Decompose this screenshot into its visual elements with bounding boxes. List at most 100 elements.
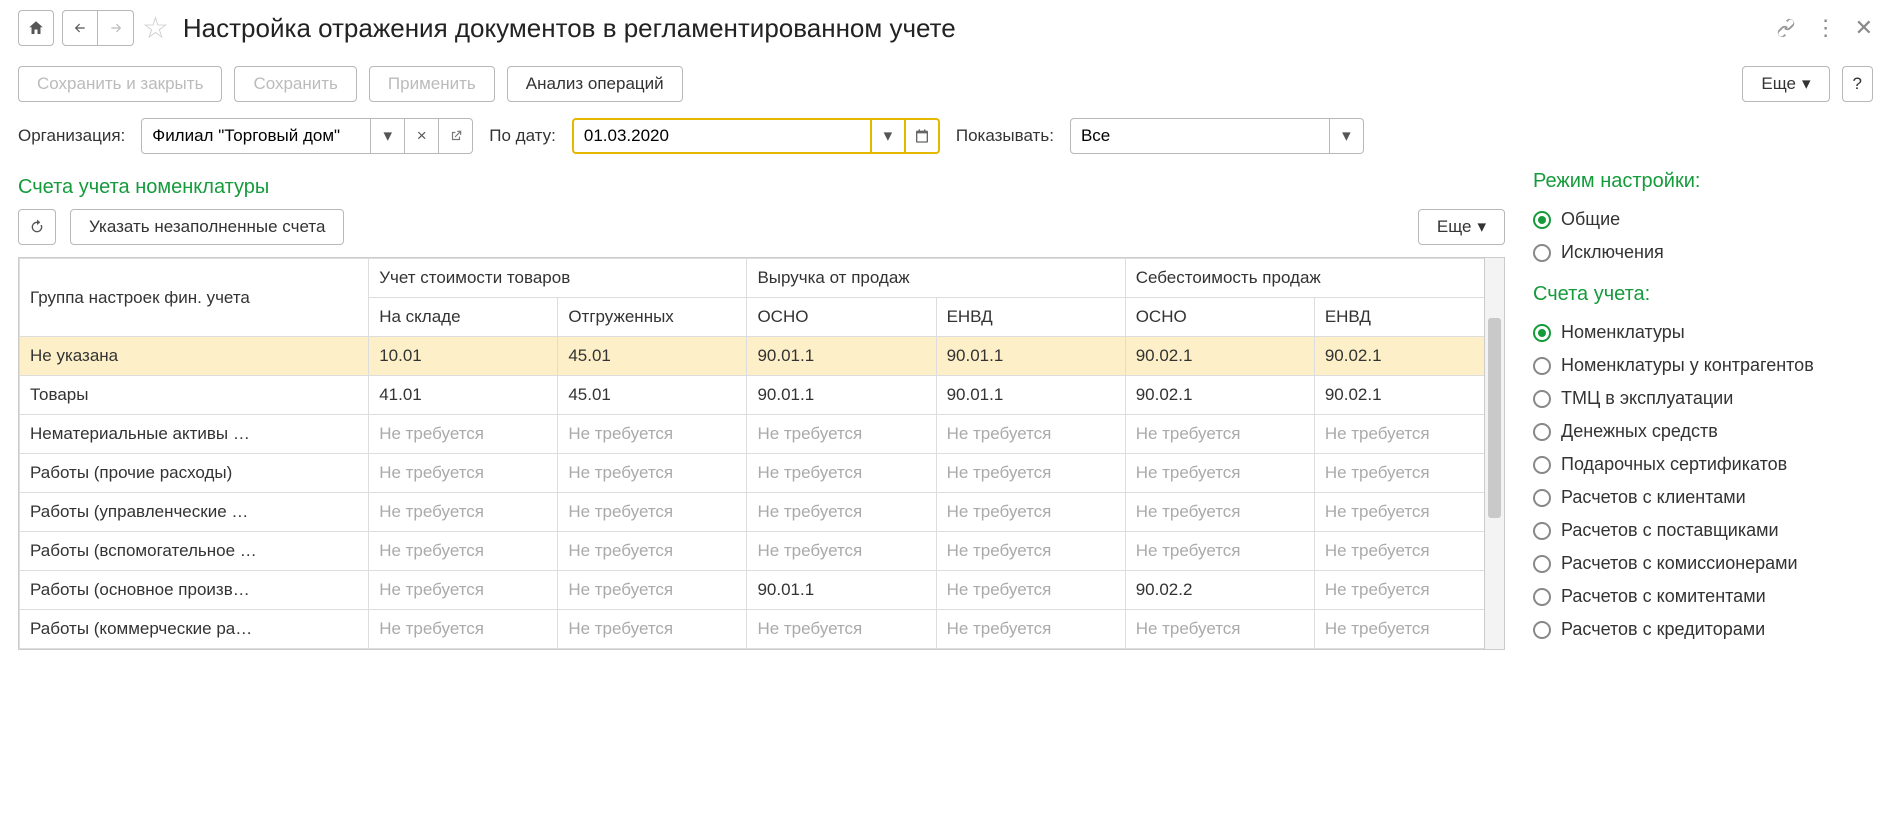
- date-field[interactable]: ▾: [572, 118, 940, 154]
- show-field[interactable]: ▾: [1070, 118, 1364, 154]
- table-cell[interactable]: 41.01: [369, 376, 558, 415]
- table-cell[interactable]: Не требуется: [936, 532, 1125, 571]
- table-row[interactable]: Работы (вспомогательное …Не требуетсяНе …: [20, 532, 1504, 571]
- table-cell[interactable]: Товары: [20, 376, 369, 415]
- table-cell[interactable]: Не требуется: [1314, 610, 1503, 649]
- refresh-button[interactable]: [18, 209, 56, 245]
- table-cell[interactable]: Работы (вспомогательное …: [20, 532, 369, 571]
- col-cost[interactable]: Учет стоимости товаров: [369, 259, 747, 298]
- vertical-scrollbar[interactable]: [1484, 258, 1504, 649]
- accounts-option[interactable]: Расчетов с комиссионерами: [1533, 547, 1873, 580]
- table-cell[interactable]: Не указана: [20, 337, 369, 376]
- close-icon[interactable]: ✕: [1855, 15, 1873, 41]
- show-dropdown-button[interactable]: ▾: [1330, 118, 1364, 154]
- save-button[interactable]: Сохранить: [234, 66, 356, 102]
- table-more-button[interactable]: Еще ▾: [1418, 209, 1505, 245]
- table-cell[interactable]: Не требуется: [936, 454, 1125, 493]
- show-input[interactable]: [1070, 118, 1330, 154]
- col-cogs-envd[interactable]: ЕНВД: [1314, 298, 1503, 337]
- table-row[interactable]: Работы (управленческие …Не требуетсяНе т…: [20, 493, 1504, 532]
- date-dropdown-button[interactable]: ▾: [872, 118, 906, 154]
- date-calendar-button[interactable]: [906, 118, 940, 154]
- col-cost-shipped[interactable]: Отгруженных: [558, 298, 747, 337]
- table-row[interactable]: Товары41.0145.0190.01.190.01.190.02.190.…: [20, 376, 1504, 415]
- table-cell[interactable]: 90.01.1: [747, 571, 936, 610]
- table-cell[interactable]: Работы (основное произв…: [20, 571, 369, 610]
- table-cell[interactable]: Не требуется: [558, 454, 747, 493]
- table-cell[interactable]: Не требуется: [369, 415, 558, 454]
- org-input[interactable]: [141, 118, 371, 154]
- accounts-option[interactable]: Денежных средств: [1533, 415, 1873, 448]
- save-close-button[interactable]: Сохранить и закрыть: [18, 66, 222, 102]
- table-cell[interactable]: 10.01: [369, 337, 558, 376]
- table-cell[interactable]: Не требуется: [1125, 610, 1314, 649]
- accounts-option[interactable]: Номенклатуры: [1533, 316, 1873, 349]
- nav-back-button[interactable]: [62, 10, 98, 46]
- table-cell[interactable]: Не требуется: [747, 415, 936, 454]
- mode-option[interactable]: Исключения: [1533, 236, 1873, 269]
- table-cell[interactable]: Не требуется: [747, 610, 936, 649]
- table-cell[interactable]: Не требуется: [558, 532, 747, 571]
- col-rev-osno[interactable]: ОСНО: [747, 298, 936, 337]
- table-cell[interactable]: Не требуется: [747, 532, 936, 571]
- col-revenue[interactable]: Выручка от продаж: [747, 259, 1125, 298]
- table-cell[interactable]: 90.02.1: [1314, 376, 1503, 415]
- analyze-button[interactable]: Анализ операций: [507, 66, 683, 102]
- mode-option[interactable]: Общие: [1533, 203, 1873, 236]
- accounts-option[interactable]: Расчетов с комитентами: [1533, 580, 1873, 613]
- table-row[interactable]: Работы (прочие расходы)Не требуетсяНе тр…: [20, 454, 1504, 493]
- accounts-option[interactable]: Расчетов с клиентами: [1533, 481, 1873, 514]
- table-cell[interactable]: Не требуется: [558, 415, 747, 454]
- col-cogs[interactable]: Себестоимость продаж: [1125, 259, 1503, 298]
- table-cell[interactable]: Не требуется: [1314, 493, 1503, 532]
- table-cell[interactable]: 90.01.1: [747, 376, 936, 415]
- kebab-menu-icon[interactable]: ⋮: [1815, 15, 1837, 41]
- table-cell[interactable]: Нематериальные активы …: [20, 415, 369, 454]
- table-cell[interactable]: 90.02.1: [1314, 337, 1503, 376]
- table-cell[interactable]: Не требуется: [747, 454, 936, 493]
- help-button[interactable]: ?: [1842, 66, 1873, 102]
- col-rev-envd[interactable]: ЕНВД: [936, 298, 1125, 337]
- table-cell[interactable]: 45.01: [558, 337, 747, 376]
- accounts-option[interactable]: Расчетов с поставщиками: [1533, 514, 1873, 547]
- table-cell[interactable]: Работы (прочие расходы): [20, 454, 369, 493]
- table-cell[interactable]: Не требуется: [1314, 415, 1503, 454]
- table-cell[interactable]: Не требуется: [936, 415, 1125, 454]
- apply-button[interactable]: Применить: [369, 66, 495, 102]
- table-cell[interactable]: Работы (коммерческие ра…: [20, 610, 369, 649]
- org-open-button[interactable]: [439, 118, 473, 154]
- date-input[interactable]: [572, 118, 872, 154]
- table-cell[interactable]: Не требуется: [558, 571, 747, 610]
- accounts-option[interactable]: ТМЦ в эксплуатации: [1533, 382, 1873, 415]
- accounts-table[interactable]: Группа настроек фин. учета Учет стоимост…: [19, 258, 1504, 649]
- table-cell[interactable]: Не требуется: [1314, 571, 1503, 610]
- org-clear-button[interactable]: ×: [405, 118, 439, 154]
- table-cell[interactable]: Не требуется: [936, 493, 1125, 532]
- table-row[interactable]: Не указана10.0145.0190.01.190.01.190.02.…: [20, 337, 1504, 376]
- accounts-option[interactable]: Номенклатуры у контрагентов: [1533, 349, 1873, 382]
- table-cell[interactable]: 90.02.2: [1125, 571, 1314, 610]
- table-row[interactable]: Нематериальные активы …Не требуетсяНе тр…: [20, 415, 1504, 454]
- table-cell[interactable]: Не требуется: [558, 610, 747, 649]
- col-group[interactable]: Группа настроек фин. учета: [20, 259, 369, 337]
- home-button[interactable]: [18, 10, 54, 46]
- org-field[interactable]: ▾ ×: [141, 118, 473, 154]
- table-cell[interactable]: Не требуется: [936, 571, 1125, 610]
- accounts-option[interactable]: Подарочных сертификатов: [1533, 448, 1873, 481]
- table-cell[interactable]: 90.02.1: [1125, 376, 1314, 415]
- table-cell[interactable]: Не требуется: [1314, 532, 1503, 571]
- fill-unfilled-button[interactable]: Указать незаполненные счета: [70, 209, 344, 245]
- table-cell[interactable]: Не требуется: [369, 493, 558, 532]
- table-cell[interactable]: 90.01.1: [936, 337, 1125, 376]
- nav-forward-button[interactable]: [98, 10, 134, 46]
- table-cell[interactable]: Не требуется: [1125, 532, 1314, 571]
- table-cell[interactable]: Не требуется: [1125, 454, 1314, 493]
- table-row[interactable]: Работы (коммерческие ра…Не требуетсяНе т…: [20, 610, 1504, 649]
- table-cell[interactable]: Не требуется: [1125, 415, 1314, 454]
- col-cost-stock[interactable]: На складе: [369, 298, 558, 337]
- table-cell[interactable]: 90.01.1: [936, 376, 1125, 415]
- table-cell[interactable]: Не требуется: [936, 610, 1125, 649]
- col-cogs-osno[interactable]: ОСНО: [1125, 298, 1314, 337]
- link-icon[interactable]: [1775, 17, 1797, 39]
- table-cell[interactable]: 90.02.1: [1125, 337, 1314, 376]
